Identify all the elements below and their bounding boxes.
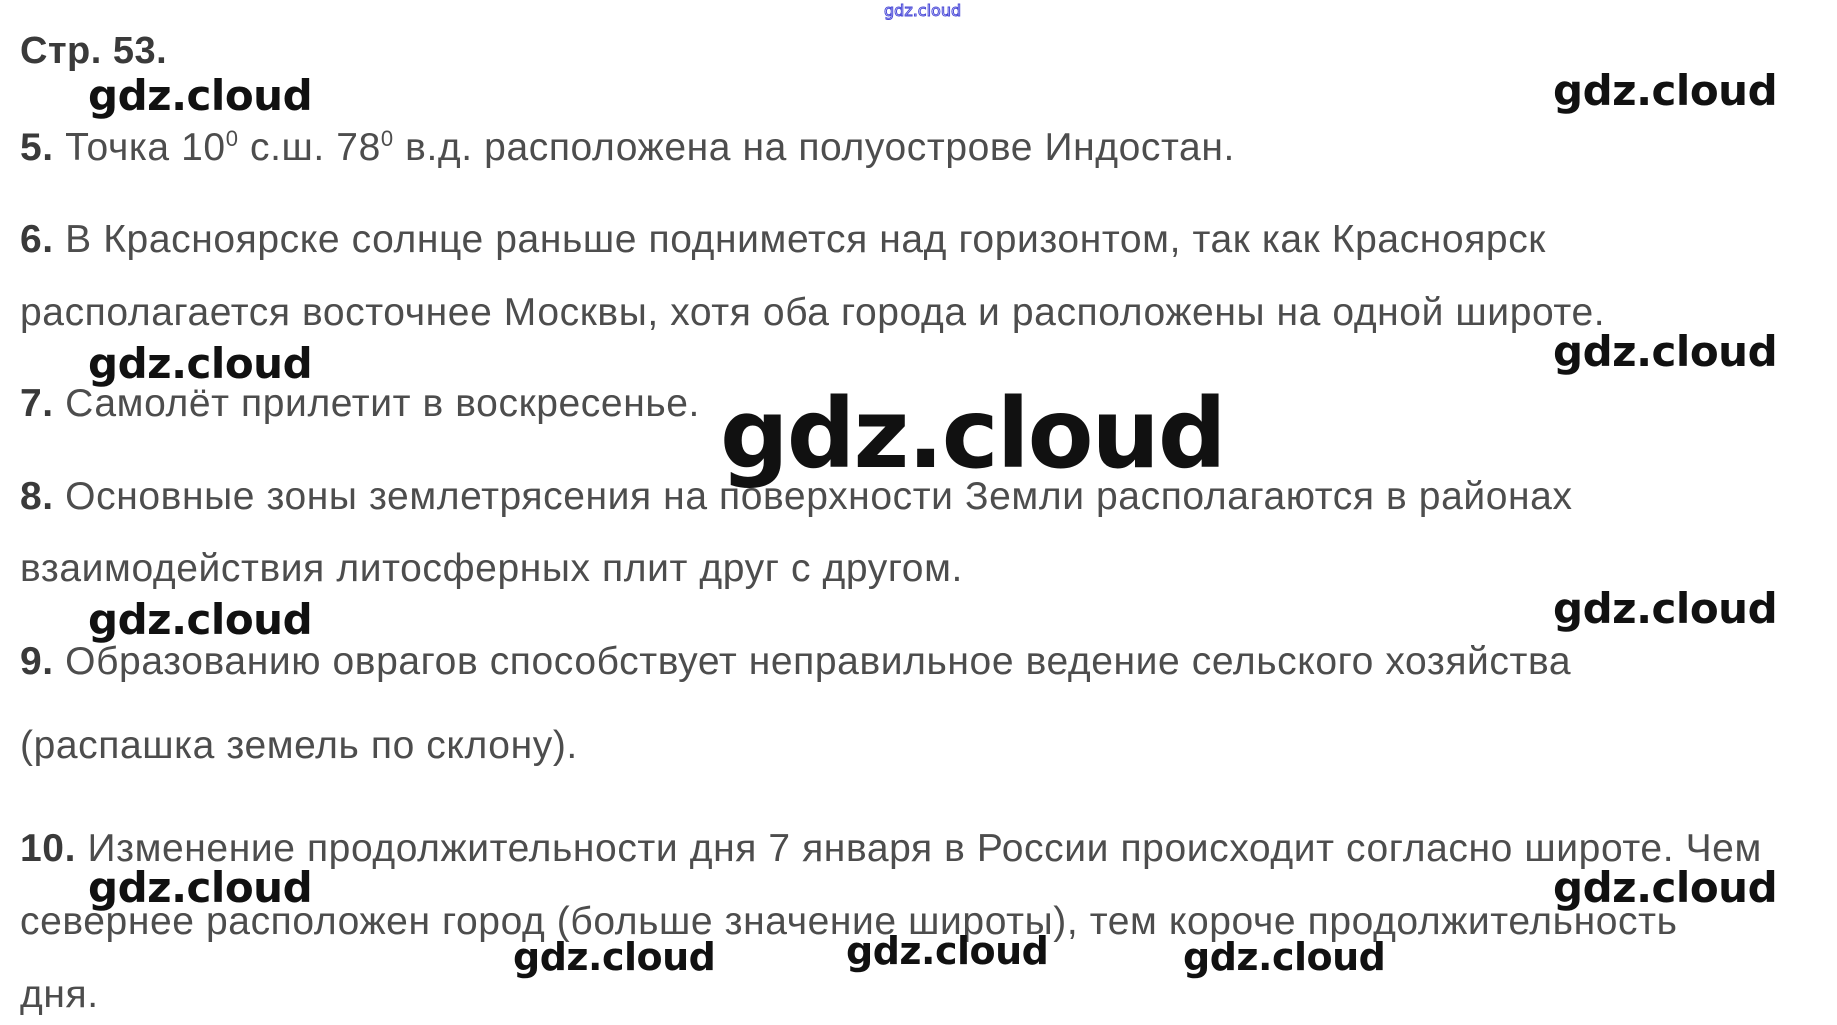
watermark-logo: gdz.cloud xyxy=(88,339,313,388)
answer-8-text-line-2: взаимодействия литосферных плит друг с д… xyxy=(20,547,963,590)
answer-6-text-line-2: располагается восточнее Москвы, хотя оба… xyxy=(20,291,1606,334)
answer-6-text-line-1: В Красноярске солнце раньше поднимется н… xyxy=(65,218,1546,261)
answer-5-text-part1: Точка 10 xyxy=(65,126,226,169)
watermark-logo: gdz.cloud xyxy=(720,378,1227,490)
watermark-logo: gdz.cloud xyxy=(846,929,1049,973)
answer-9-number: 9. xyxy=(20,640,54,683)
answer-7-text-line-1: Самолёт прилетит в воскресенье. xyxy=(65,382,700,425)
answer-7-number: 7. xyxy=(20,382,54,425)
answer-9-text-line-2: (распашка земель по склону). xyxy=(20,724,578,767)
degree-superscript: 0 xyxy=(380,126,394,151)
watermark-logo: gdz.cloud xyxy=(88,595,313,644)
degree-superscript: 0 xyxy=(225,126,239,151)
answer-6-number: 6. xyxy=(20,218,54,261)
answer-10-line-3: дня. xyxy=(20,973,99,1017)
watermark-logo: gdz.cloud xyxy=(1553,66,1778,115)
answer-6-line-2: располагается восточнее Москвы, хотя оба… xyxy=(20,291,1605,335)
answer-9-line-2: (распашка земель по склону). xyxy=(20,724,578,768)
watermark-logo: gdz.cloud xyxy=(88,863,313,912)
answer-10-text-line-1: Изменение продолжительности дня 7 января… xyxy=(87,827,1762,870)
answer-8-number: 8. xyxy=(20,475,54,518)
answer-10-text-line-3: дня. xyxy=(20,973,99,1016)
page-number-heading: Стр. 53. xyxy=(20,30,168,72)
watermark-logo: gdz.cloud xyxy=(883,1,962,21)
answer-9-text-line-1: Образованию оврагов способствует неправи… xyxy=(65,640,1572,683)
answer-5-text-part2: с.ш. 78 xyxy=(238,126,381,169)
watermark-logo: gdz.cloud xyxy=(1553,584,1778,633)
answer-5-line-1: 5. Точка 100 с.ш. 780 в.д. расположена н… xyxy=(20,126,1235,170)
answer-6-line-1: 6. В Красноярске солнце раньше подниметс… xyxy=(20,218,1546,262)
watermark-logo: gdz.cloud xyxy=(1183,935,1386,979)
watermark-logo: gdz.cloud xyxy=(1553,863,1778,912)
answer-7-line-1: 7. Самолёт прилетит в воскресенье. xyxy=(20,382,700,426)
watermark-logo: gdz.cloud xyxy=(1553,327,1778,376)
watermark-logo: gdz.cloud xyxy=(513,935,716,979)
answer-5-number: 5. xyxy=(20,126,54,169)
answer-10-number: 10. xyxy=(20,827,77,870)
watermark-logo: gdz.cloud xyxy=(88,71,313,120)
answer-8-line-2: взаимодействия литосферных плит друг с д… xyxy=(20,547,963,591)
answer-5-text-part3: в.д. расположена на полуострове Индостан… xyxy=(393,126,1235,169)
answer-9-line-1: 9. Образованию оврагов способствует непр… xyxy=(20,640,1571,684)
